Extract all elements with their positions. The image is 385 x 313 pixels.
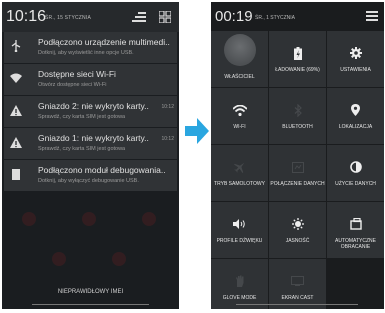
debug-icon <box>8 166 24 182</box>
notification-usb-debug[interactable]: Podłączono moduł debugowania.. Dotknij, … <box>4 160 177 191</box>
imei-status-text: NIEPRAWIDŁOWY IMEI <box>57 289 124 295</box>
notification-title: Dostępne sieci Wi-Fi <box>38 69 116 79</box>
tile-bluetooth[interactable]: BLUETOOTH <box>269 88 326 144</box>
drag-handle[interactable] <box>236 304 358 305</box>
tile-label: LOKALIZACJA <box>338 124 373 130</box>
drag-handle[interactable] <box>32 304 149 305</box>
location-pin-icon <box>327 103 384 117</box>
background-wallpaper <box>2 192 179 272</box>
notification-wifi[interactable]: Dostępne sieci Wi-Fi Otwórz dostępne sie… <box>4 64 177 95</box>
notification-sim-1[interactable]: Gniazdo 1: nie wykryto karty.. Sprawdź, … <box>4 128 177 159</box>
tile-label: BLUETOOTH <box>282 124 313 130</box>
data-connection-icon <box>269 160 326 174</box>
tile-label: JASNOŚĆ <box>285 238 310 244</box>
notification-subtitle: Sprawdź, czy karta SIM jest gotowa <box>38 114 126 120</box>
notification-sim-2[interactable]: Gniazdo 2: nie wykryto karty.. Sprawdź, … <box>4 96 177 127</box>
tile-data-connection[interactable]: POŁĄCZENIE DANYCH <box>269 145 326 201</box>
tile-label: POŁĄCZENIE DANYCH <box>270 181 325 187</box>
tile-auto-rotate[interactable]: AUTOMATYCZNE OBRACANIE <box>327 202 384 258</box>
arrow-right-icon <box>185 118 209 144</box>
sound-profile-icon <box>211 217 268 231</box>
tile-label: WŁAŚCICIEL <box>224 74 255 80</box>
tile-sound-profiles[interactable]: PROFILE DŹWIĘKU <box>211 202 268 258</box>
quick-settings-icon[interactable] <box>159 11 171 23</box>
notification-time: 10:12 <box>161 104 174 110</box>
avatar <box>224 34 256 66</box>
brightness-icon <box>269 217 326 231</box>
comparison-figure: 10:16 ŚR., 15 STYCZNIA Podłączono urządz… <box>0 0 385 313</box>
status-bar: 10:16 ŚR., 15 STYCZNIA <box>2 2 179 32</box>
clear-all-icon[interactable] <box>132 12 146 22</box>
cast-screen-icon <box>269 274 326 288</box>
glove-icon <box>211 274 268 288</box>
notification-subtitle: Dotknij, aby wyświetlić inne opcje USB. <box>38 50 134 56</box>
tile-label: USTAWIENIA <box>340 67 371 73</box>
notification-title: Gniazdo 2: nie wykryto karty.. <box>38 101 149 111</box>
date: ŚR., 15 STYCZNIA <box>45 15 91 21</box>
quick-settings-screen: 00:19 ŚR., 1 STYCZNIA WŁAŚCICIEL ŁADOWAN… <box>211 2 384 309</box>
warning-icon <box>8 134 24 150</box>
tile-wifi[interactable]: WI-FI <box>211 88 268 144</box>
notification-subtitle: Sprawdź, czy karta SIM jest gotowa <box>38 146 126 152</box>
notification-subtitle: Dotknij, aby wyłączyć debugowanie USB. <box>38 178 139 184</box>
date: ŚR., 1 STYCZNIA <box>255 15 296 21</box>
tile-label: GLOVE MODE <box>222 295 257 301</box>
tile-label: EKRAN CAST <box>281 295 314 301</box>
airplane-icon <box>211 160 268 174</box>
warning-icon <box>8 102 24 118</box>
notification-subtitle: Otwórz dostępne sieci Wi-Fi <box>38 82 107 88</box>
clock: 10:16 <box>6 8 47 25</box>
notification-usb[interactable]: Podłączono urządzenie multimedi.. Dotkni… <box>4 32 177 63</box>
tile-label: WI-FI <box>233 124 246 130</box>
notification-title: Gniazdo 1: nie wykryto karty.. <box>38 133 149 143</box>
notification-shade-screen: 10:16 ŚR., 15 STYCZNIA Podłączono urządz… <box>2 2 179 309</box>
menu-icon[interactable] <box>366 11 378 21</box>
tile-airplane-mode[interactable]: TRYB SAMOLOTOWY <box>211 145 268 201</box>
tile-label: AUTOMATYCZNE OBRACANIE <box>335 238 376 250</box>
tile-location[interactable]: LOKALIZACJA <box>327 88 384 144</box>
tile-settings[interactable]: USTAWIENIA <box>327 31 384 87</box>
bluetooth-icon <box>269 103 326 117</box>
tile-glove-mode[interactable]: GLOVE MODE <box>211 259 268 309</box>
wifi-icon <box>8 70 24 86</box>
tile-brightness[interactable]: JASNOŚĆ <box>269 202 326 258</box>
tile-label: PROFILE DŹWIĘKU <box>216 238 263 244</box>
tile-label: TRYB SAMOLOTOWY <box>214 181 265 187</box>
tile-screen-cast[interactable]: EKRAN CAST <box>269 259 326 309</box>
data-usage-icon <box>327 160 384 174</box>
battery-icon <box>269 46 326 60</box>
notification-title: Podłączono urządzenie multimedi.. <box>38 37 170 47</box>
tile-label: UŻYCIE DANYCH <box>335 181 376 187</box>
tile-charging[interactable]: ŁADOWANIE (69%) <box>269 31 326 87</box>
settings-gear-icon <box>327 46 384 60</box>
usb-icon <box>8 38 24 54</box>
clock: 00:19 <box>215 8 253 25</box>
tile-label: ŁADOWANIE (69%) <box>275 67 320 73</box>
tile-owner[interactable]: WŁAŚCICIEL <box>211 31 268 87</box>
wifi-icon <box>211 103 268 117</box>
tile-data-usage[interactable]: UŻYCIE DANYCH <box>327 145 384 201</box>
notification-title: Podłączono moduł debugowania.. <box>38 165 166 175</box>
auto-rotate-icon <box>327 217 384 231</box>
status-bar: 00:19 ŚR., 1 STYCZNIA <box>211 2 384 30</box>
notification-time: 10:12 <box>161 136 174 142</box>
